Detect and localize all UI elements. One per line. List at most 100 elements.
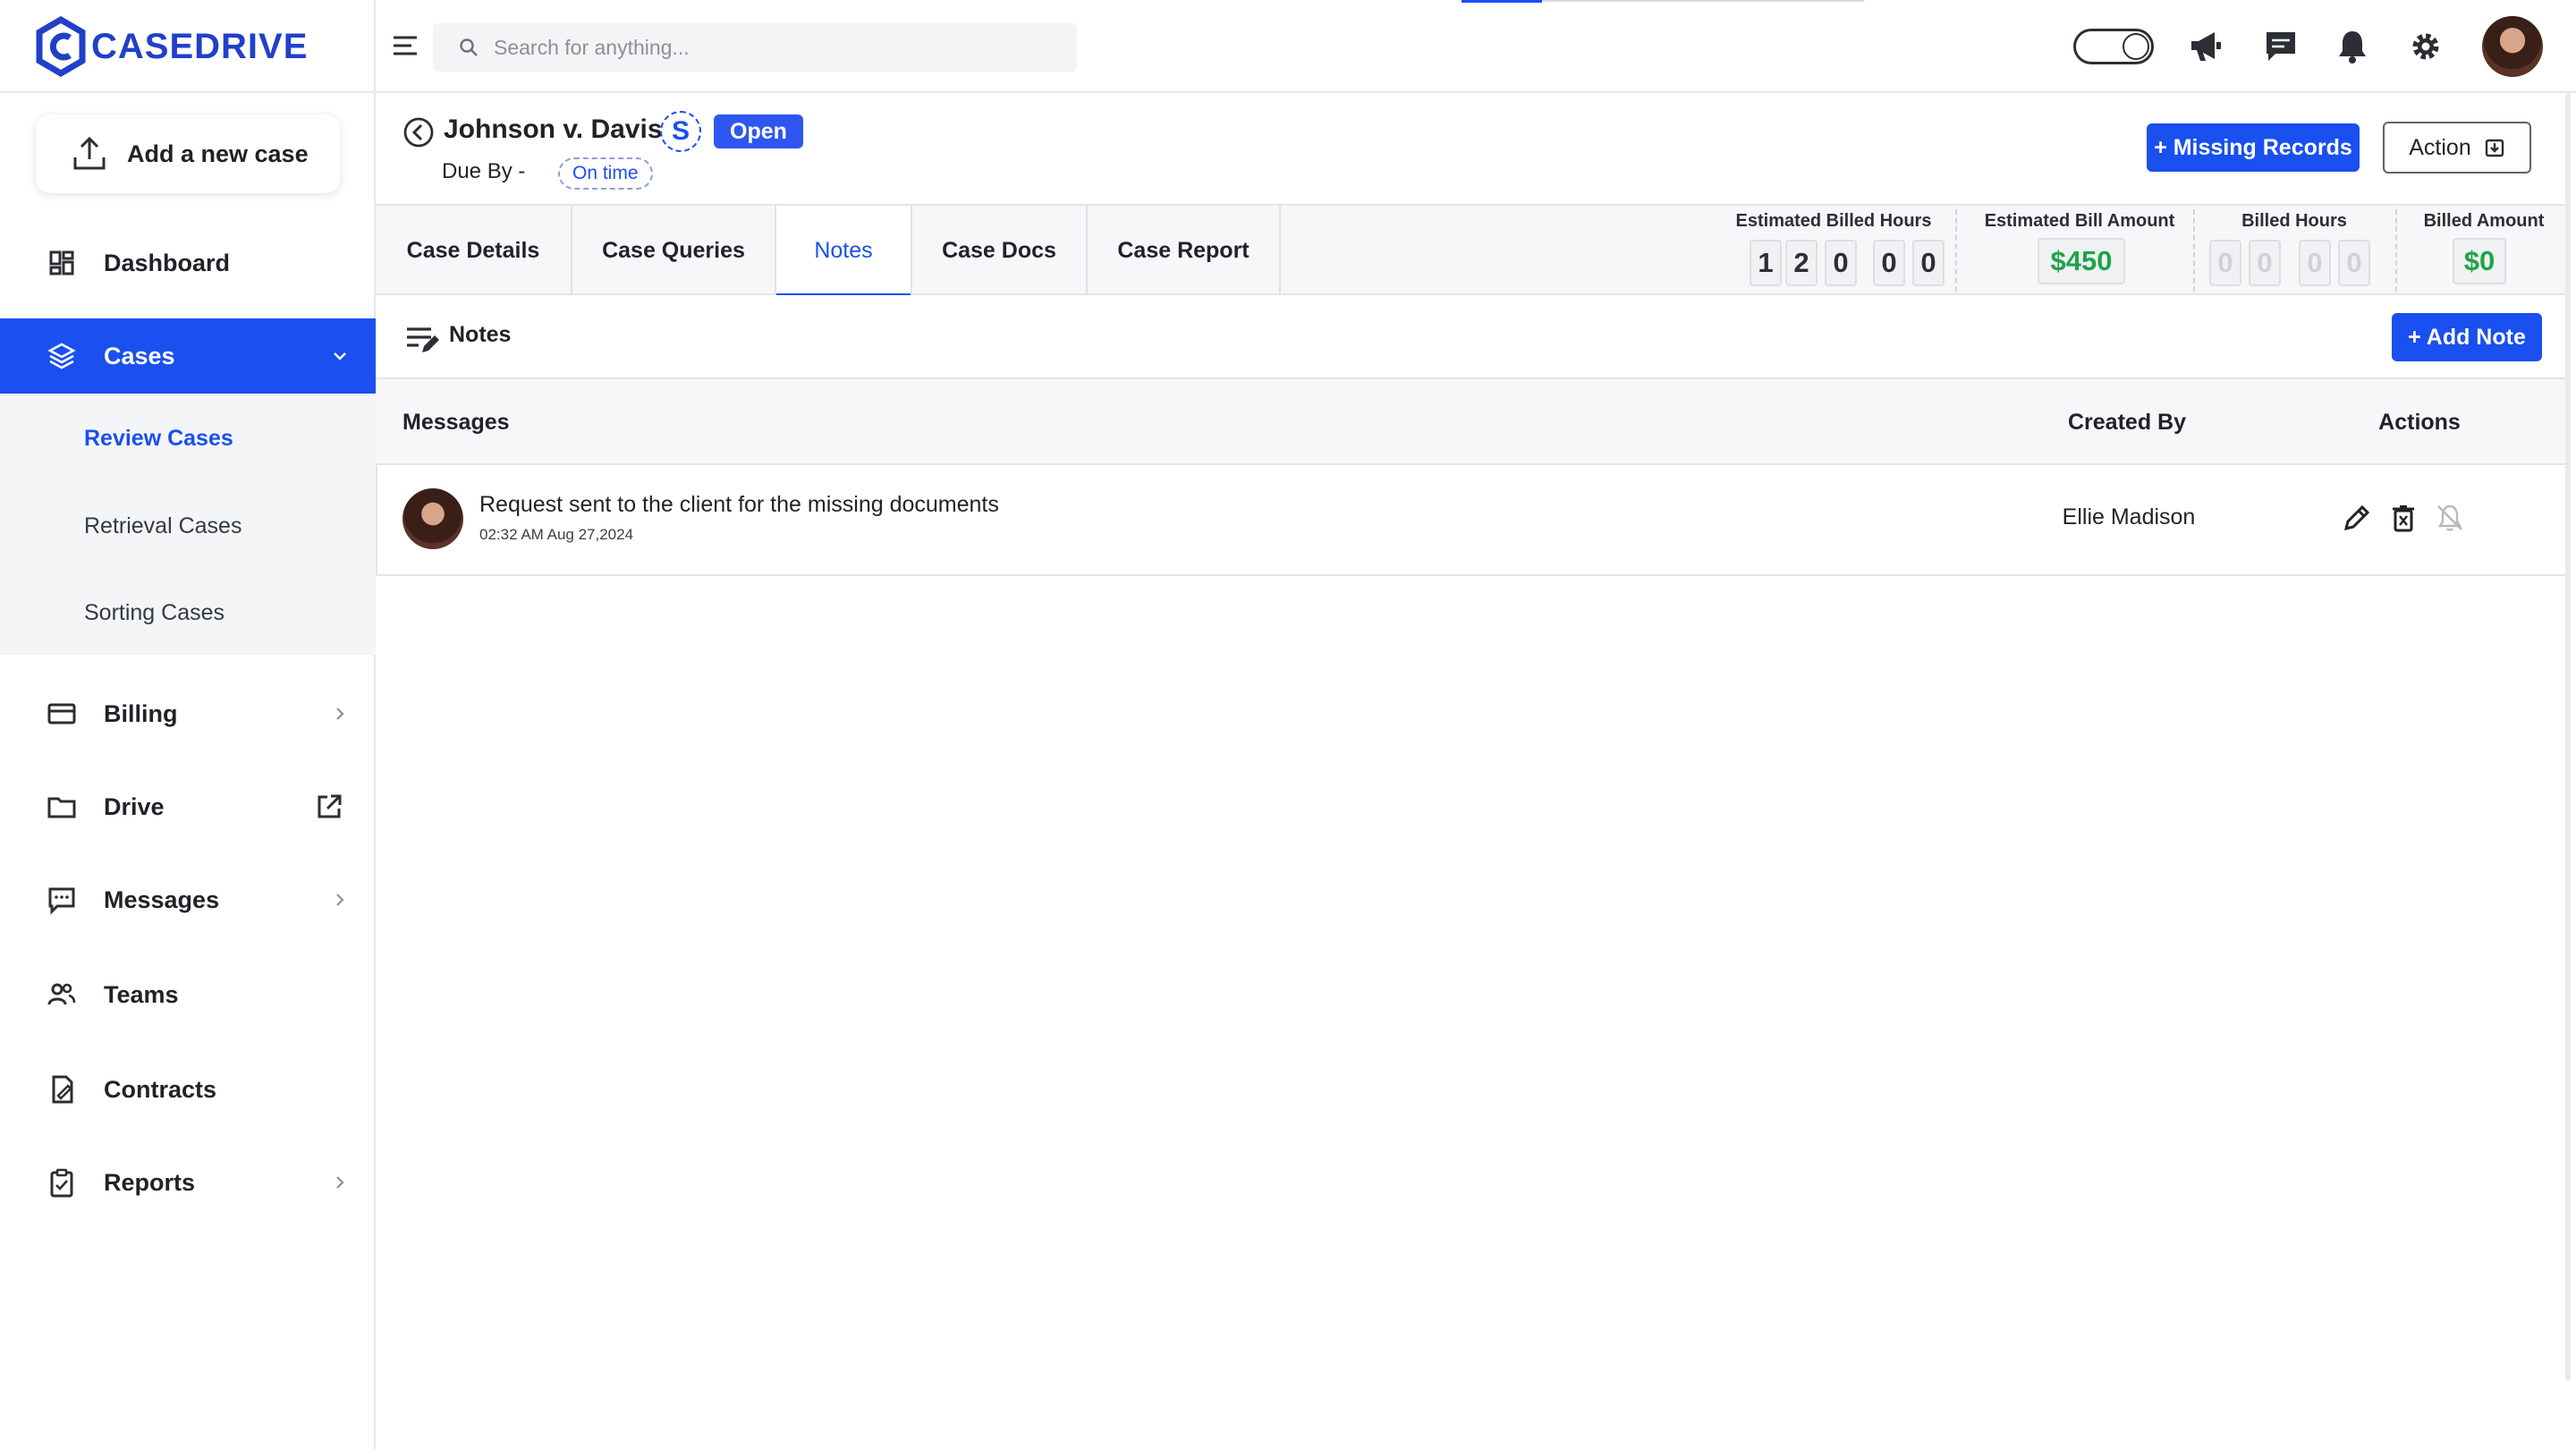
- hours-digit: 1: [1750, 240, 1782, 286]
- sidebar-item-messages[interactable]: Messages: [0, 862, 376, 937]
- edit-icon[interactable]: [2342, 503, 2372, 533]
- billed-hours-digit: 0: [2209, 240, 2241, 286]
- sidebar-item-teams[interactable]: Teams: [0, 957, 376, 1032]
- column-header-messages: Messages: [402, 410, 510, 435]
- chevron-right-icon: [336, 1176, 344, 1189]
- notes-title: Notes: [449, 322, 512, 347]
- clipboard-icon: [50, 1168, 73, 1198]
- submenu-item-review-cases[interactable]: Review Cases: [84, 426, 233, 452]
- sidebar-item-label: Contracts: [104, 1075, 217, 1103]
- billed-hours: Billed Hours 0 0 0 0: [2200, 206, 2388, 295]
- column-header-actions: Actions: [2378, 410, 2461, 435]
- table-header: Messages Created By Actions: [376, 379, 2567, 465]
- search-bar[interactable]: [433, 23, 1077, 72]
- tab-case-queries[interactable]: Case Queries: [572, 206, 776, 295]
- cases-submenu: Review Cases Retrieval Cases Sorting Cas…: [0, 394, 376, 655]
- tab-case-details[interactable]: Case Details: [376, 206, 572, 295]
- billed-amount: Billed Amount $0: [2401, 206, 2567, 295]
- download-box-icon: [2485, 139, 2504, 157]
- billed-amount-value: $0: [2453, 238, 2506, 284]
- notes-section-header: Notes + Add Note: [376, 295, 2567, 379]
- note-created-by: Ellie Madison: [2062, 504, 2196, 530]
- stat-label: Billed Hours: [2241, 211, 2347, 231]
- missing-records-button[interactable]: + Missing Records: [2147, 123, 2360, 172]
- bell-icon[interactable]: [2333, 27, 2372, 66]
- estimated-bill-amount: Estimated Bill Amount $450: [1962, 206, 2197, 295]
- search-input[interactable]: [494, 35, 1030, 60]
- sidebar-divider: [0, 91, 376, 93]
- case-type-badge: S: [660, 111, 701, 152]
- page-scrollbar[interactable]: [2565, 93, 2571, 1381]
- sidebar-item-contracts[interactable]: Contracts: [0, 1052, 376, 1127]
- stat-divider: [2193, 209, 2195, 292]
- hours-digit: 0: [1873, 240, 1905, 286]
- chat-icon: [48, 887, 75, 915]
- megaphone-icon[interactable]: [2186, 27, 2225, 66]
- author-avatar: [402, 488, 463, 549]
- loading-progress-track: [1542, 0, 1864, 2]
- case-title: Johnson v. Davis: [444, 114, 663, 144]
- sidebar-item-label: Teams: [104, 980, 179, 1008]
- billed-hours-digit: 0: [2249, 240, 2281, 286]
- external-link-icon[interactable]: [315, 792, 343, 821]
- hours-digit: 0: [1912, 240, 1945, 286]
- sidebar-item-label: Billing: [104, 699, 178, 727]
- chat-icon[interactable]: [2261, 27, 2301, 66]
- due-by-label: Due By -: [442, 159, 526, 183]
- sidebar-item-label: Drive: [104, 792, 165, 820]
- sidebar-item-drive[interactable]: Drive: [0, 769, 376, 844]
- search-icon: [460, 38, 478, 56]
- table-row: Request sent to the client for the missi…: [376, 465, 2567, 576]
- add-new-case-button[interactable]: Add a new case: [36, 114, 340, 193]
- logo-hexagon-icon: [36, 16, 86, 77]
- gear-icon[interactable]: [2406, 27, 2445, 66]
- action-button[interactable]: Action: [2383, 122, 2531, 174]
- action-button-label: Action: [2409, 134, 2471, 160]
- bell-off-icon[interactable]: [2435, 503, 2465, 533]
- sidebar-item-label: Messages: [104, 886, 220, 913]
- submenu-item-sorting-cases[interactable]: Sorting Cases: [84, 600, 225, 626]
- estimated-amount-value: $450: [2038, 238, 2125, 284]
- loading-progress-indicator: [1462, 0, 1542, 3]
- team-icon: [47, 983, 76, 1005]
- stat-divider: [2395, 209, 2397, 292]
- billed-hours-digit: 0: [2299, 240, 2331, 286]
- menu-icon[interactable]: [390, 30, 420, 61]
- sidebar-item-cases[interactable]: Cases: [0, 318, 376, 394]
- column-header-created-by: Created By: [2068, 410, 2186, 435]
- submenu-item-retrieval-cases[interactable]: Retrieval Cases: [84, 513, 242, 539]
- sidebar-item-label: Reports: [104, 1168, 196, 1196]
- tab-case-report[interactable]: Case Report: [1088, 206, 1281, 295]
- back-arrow-icon[interactable]: [402, 116, 435, 148]
- note-timestamp: 02:32 AM Aug 27,2024: [479, 526, 634, 543]
- sidebar: CASEDRIVE Add a new case Dashboard Cases…: [0, 0, 376, 1449]
- sidebar-item-label: Dashboard: [104, 249, 231, 276]
- user-avatar[interactable]: [2482, 16, 2543, 77]
- hours-digit: 2: [1785, 240, 1818, 286]
- top-bar: [376, 0, 2576, 93]
- tab-case-docs[interactable]: Case Docs: [912, 206, 1088, 295]
- casedrive-logo[interactable]: CASEDRIVE: [36, 14, 308, 79]
- case-status-badge: Open: [714, 114, 803, 148]
- notes-edit-icon: [407, 327, 439, 352]
- sidebar-item-dashboard[interactable]: Dashboard: [0, 225, 376, 301]
- folder-icon: [47, 797, 76, 818]
- hours-digit: 0: [1825, 240, 1857, 286]
- sidebar-item-label: Cases: [104, 342, 175, 369]
- stat-label: Billed Amount: [2423, 211, 2545, 231]
- sun-icon: [2123, 33, 2149, 60]
- chevron-right-icon: [336, 894, 344, 906]
- add-note-button[interactable]: + Add Note: [2392, 313, 2542, 361]
- theme-toggle[interactable]: [2073, 29, 2154, 64]
- billed-hours-digit: 0: [2338, 240, 2370, 286]
- estimated-billed-hours: Estimated Billed Hours 1 2 0 0 0: [1726, 206, 1945, 295]
- layers-icon: [47, 343, 76, 369]
- upload-icon: [73, 136, 106, 170]
- sidebar-item-reports[interactable]: Reports: [0, 1145, 376, 1220]
- stat-label: Estimated Billed Hours: [1735, 211, 1932, 231]
- delete-icon[interactable]: [2388, 503, 2419, 533]
- sidebar-item-billing[interactable]: Billing: [0, 676, 376, 751]
- add-new-case-label: Add a new case: [127, 140, 309, 167]
- tab-notes[interactable]: Notes: [776, 206, 912, 297]
- due-status-badge: On time: [558, 157, 653, 190]
